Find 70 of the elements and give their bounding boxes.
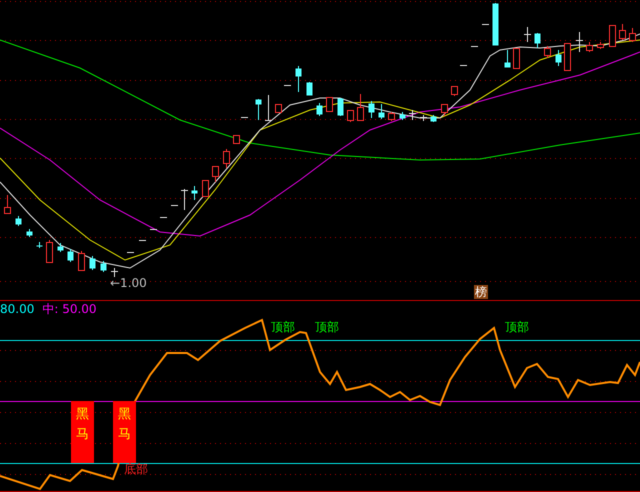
candlestick	[256, 98, 262, 120]
low-price-label: ←1.00	[110, 276, 147, 290]
candlestick	[296, 66, 302, 92]
candlestick	[181, 188, 188, 210]
candlestick	[284, 84, 291, 86]
candlestick	[26, 228, 32, 238]
candlestick	[564, 42, 571, 71]
candlestick	[306, 82, 312, 96]
candlestick	[513, 48, 520, 69]
candlestick	[202, 180, 209, 197]
candlestick	[619, 24, 626, 40]
candlestick	[471, 46, 478, 47]
candlestick	[46, 240, 53, 263]
candlestick	[504, 50, 510, 68]
candlestick	[111, 268, 118, 278]
candlestick	[338, 98, 344, 116]
rank-badge: 榜	[474, 285, 488, 299]
candlestick	[68, 248, 74, 262]
top-signal-label: 顶部	[505, 320, 529, 334]
signal-block: 黑马	[71, 401, 94, 463]
top-signal-label: 顶部	[271, 320, 295, 334]
signal-block: 黑马	[113, 401, 136, 463]
candlestick	[609, 24, 616, 47]
candlestick	[492, 2, 498, 46]
candlestick	[388, 112, 395, 122]
candlestick	[233, 134, 240, 144]
candlestick	[430, 114, 436, 122]
candlestick	[150, 228, 157, 230]
candlestick	[629, 28, 636, 42]
candlestick	[127, 252, 134, 253]
candlestick	[460, 64, 467, 66]
candlestick	[451, 86, 458, 96]
candlestick	[368, 100, 374, 118]
candlestick	[241, 116, 248, 118]
candlestick	[139, 240, 146, 241]
candlestick	[192, 186, 198, 200]
candlestick	[275, 104, 282, 113]
legend-value: 中: 50.00	[42, 302, 97, 316]
candlestick	[544, 46, 551, 58]
candlestick	[326, 96, 333, 112]
candlestick	[576, 32, 583, 52]
candlestick	[378, 104, 384, 120]
candlestick	[160, 216, 167, 218]
candlestick	[212, 166, 219, 182]
candlestick	[316, 102, 322, 116]
candlestick	[78, 250, 85, 271]
legend-value: 80.00	[0, 302, 34, 316]
candlestick	[597, 42, 604, 50]
bottom-signal-label: 底部	[124, 462, 148, 476]
candlestick	[347, 110, 354, 122]
candlestick	[223, 148, 230, 168]
candlestick	[586, 42, 593, 52]
candlestick	[36, 242, 42, 248]
candlestick	[556, 50, 562, 66]
candlestick	[409, 110, 416, 120]
candlestick	[420, 114, 427, 122]
candlestick	[400, 112, 406, 120]
candlestick	[441, 104, 448, 116]
candlestick	[265, 94, 272, 121]
candlestick	[524, 26, 531, 42]
candlestick	[4, 194, 11, 214]
candlestick	[90, 256, 96, 270]
candlestick	[171, 204, 178, 206]
candlestick	[58, 242, 64, 252]
candlestick	[482, 24, 489, 25]
candlestick	[357, 94, 364, 121]
top-signal-label: 顶部	[315, 320, 339, 334]
candlestick	[534, 32, 540, 48]
candlestick	[16, 216, 22, 226]
candlestick	[100, 260, 106, 272]
